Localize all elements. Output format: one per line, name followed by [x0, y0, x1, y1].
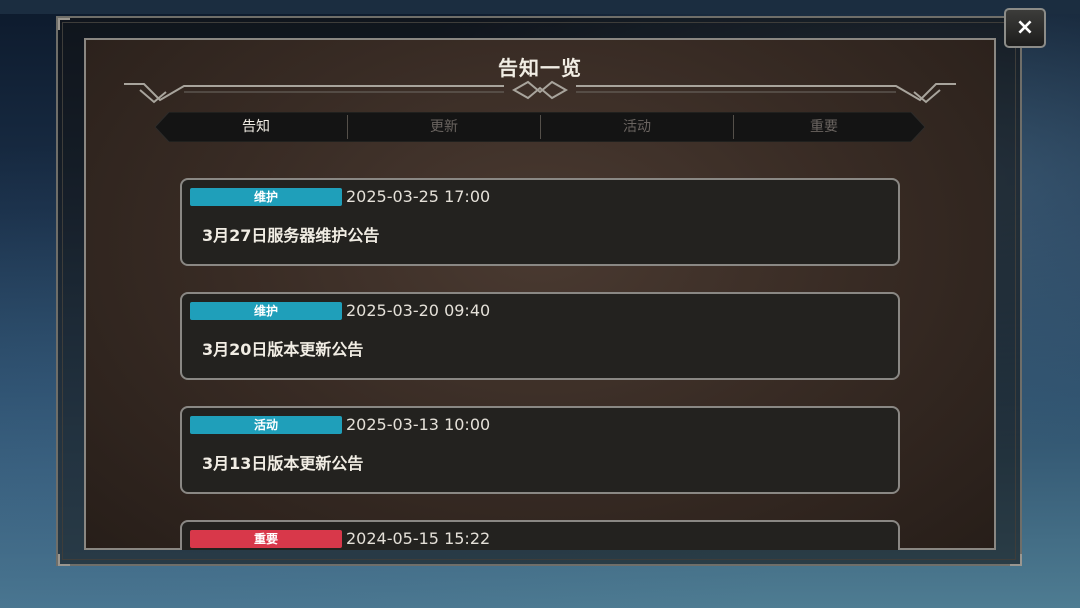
tab-bar: 告知 更新 活动 重要 — [155, 112, 925, 142]
frame-corner-top-left — [58, 18, 70, 30]
notice-tag-badge: 重要 — [190, 530, 342, 548]
notice-title: 3月13日版本更新公告 — [202, 454, 364, 473]
notice-date: 2025-03-13 10:00 — [346, 415, 491, 434]
title-ornament — [124, 80, 956, 104]
notice-card[interactable]: 维护 2025-03-25 17:00 3月27日服务器维护公告 — [180, 178, 900, 266]
notice-date: 2025-03-25 17:00 — [346, 187, 491, 206]
notice-title: 3月27日服务器维护公告 — [202, 226, 380, 245]
notice-card[interactable]: 活动 2025-03-13 10:00 3月13日版本更新公告 — [180, 406, 900, 494]
close-icon: × — [1015, 15, 1035, 40]
frame-corner-bottom-left — [58, 554, 70, 566]
tab-notice[interactable]: 告知 — [165, 112, 347, 142]
notice-card[interactable]: 重要 2024-05-15 15:22 — [180, 520, 900, 550]
frame-corner-bottom-right — [1010, 554, 1022, 566]
notice-list[interactable]: 维护 2025-03-25 17:00 3月27日服务器维护公告 维护 2025… — [180, 178, 902, 550]
notice-title: 3月20日版本更新公告 — [202, 340, 364, 359]
notice-tag-badge: 维护 — [190, 188, 342, 206]
notice-date: 2025-03-20 09:40 — [346, 301, 491, 320]
notice-date: 2024-05-15 15:22 — [346, 529, 491, 548]
close-button[interactable]: × — [1004, 8, 1046, 48]
notice-tag-badge: 维护 — [190, 302, 342, 320]
tab-important[interactable]: 重要 — [734, 112, 914, 142]
notice-tag-badge: 活动 — [190, 416, 342, 434]
dialog-title: 告知一览 — [498, 56, 582, 80]
background-top-strip — [0, 0, 1080, 14]
tab-event[interactable]: 活动 — [541, 112, 733, 142]
tab-update[interactable]: 更新 — [348, 112, 540, 142]
notice-card[interactable]: 维护 2025-03-20 09:40 3月20日版本更新公告 — [180, 292, 900, 380]
